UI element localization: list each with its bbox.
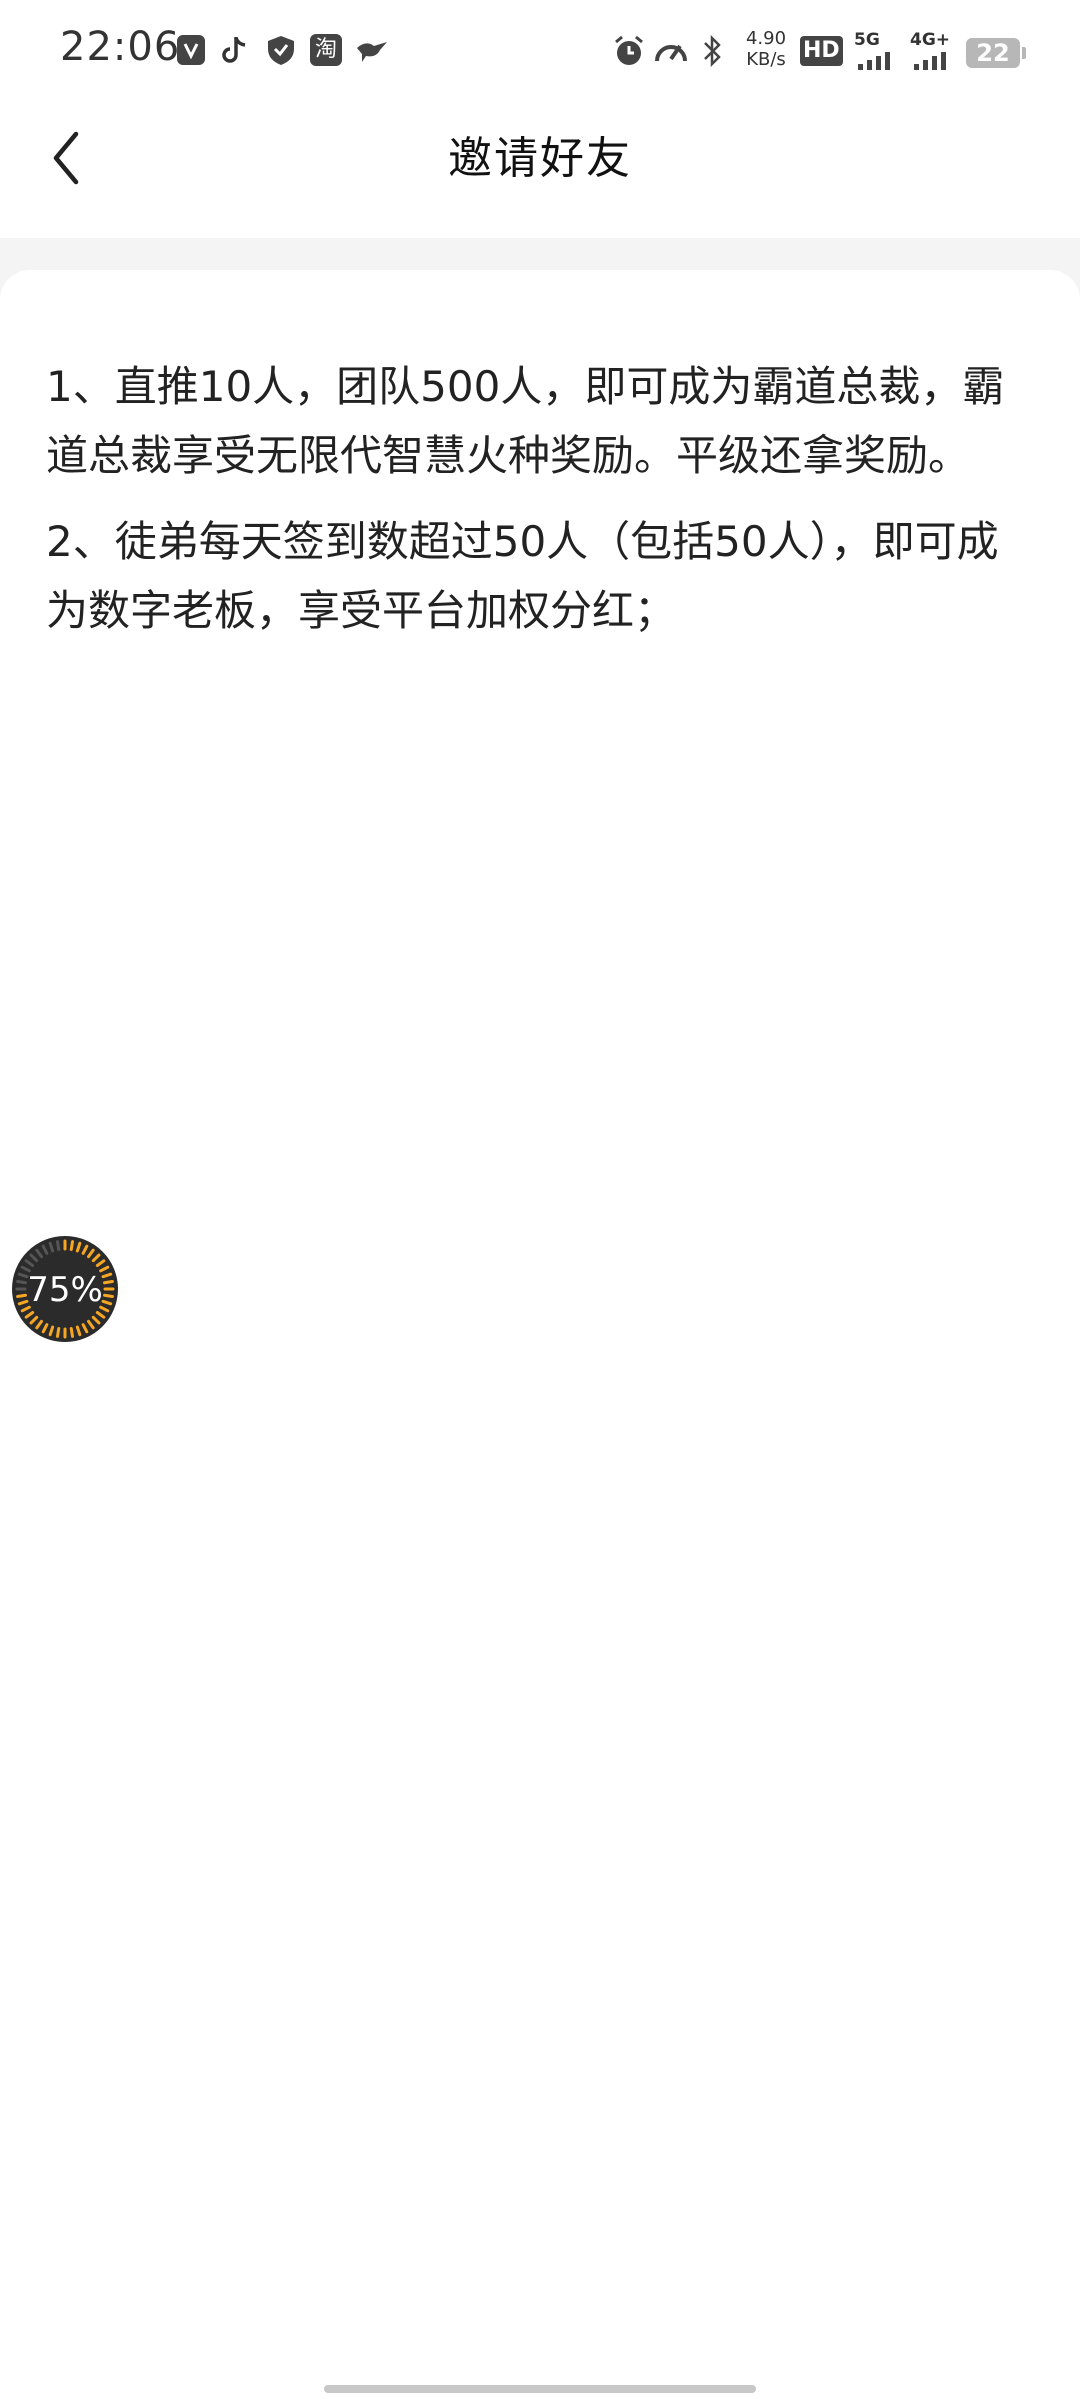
- progress-tick: [24, 1311, 35, 1319]
- progress-tick: [48, 1325, 55, 1337]
- progress-tick: [91, 1253, 101, 1263]
- progress-tick: [35, 1319, 43, 1330]
- net-speed-value: 4.90: [745, 28, 787, 49]
- progress-tick: [95, 1311, 106, 1319]
- taobao-icon: 淘: [310, 34, 342, 66]
- net-speed: 4.90 KB/s: [736, 28, 796, 70]
- progress-tick: [41, 1244, 49, 1255]
- nav-header: 邀请好友: [0, 100, 1080, 238]
- progress-tick: [75, 1325, 82, 1337]
- bluetooth-icon: [704, 34, 721, 68]
- battery-icon: 22: [966, 38, 1026, 68]
- signal-icon-sim1: [858, 52, 890, 70]
- progress-tick: [81, 1244, 89, 1255]
- progress-tick: [91, 1315, 101, 1325]
- progress-tick: [35, 1248, 43, 1259]
- progress-tick: [41, 1323, 49, 1334]
- rule-item-2: 2、徒弟每天签到数超过50人（包括50人），即可成为数字老板，享受平台加权分红；: [46, 517, 999, 635]
- content-card: 1、直推10人，团队500人，即可成为霸道总裁，霸道总裁享受无限代智慧火种奖励。…: [0, 270, 1080, 2400]
- hd-badge: HD: [800, 36, 843, 66]
- progress-tick: [48, 1241, 55, 1253]
- progress-tick: [69, 1240, 75, 1251]
- progress-tick: [24, 1259, 35, 1267]
- alarm-icon: [615, 35, 643, 65]
- progress-tick: [87, 1248, 95, 1259]
- sim2-type: 4G+: [910, 30, 951, 50]
- progress-tick: [69, 1327, 75, 1338]
- page-title: 邀请好友: [448, 133, 632, 184]
- progress-tick: [95, 1259, 106, 1267]
- home-indicator[interactable]: [324, 2385, 756, 2393]
- status-bar: 22:06 淘 4.90 KB/s HD 5G 4G+ 22: [0, 0, 1080, 100]
- security-app-icon: [268, 36, 294, 65]
- status-time: 22:06: [60, 24, 181, 70]
- progress-tick: [29, 1253, 39, 1263]
- speedometer-icon: [655, 44, 687, 62]
- tiktok-icon: [222, 37, 246, 63]
- progress-tick: [29, 1315, 39, 1325]
- bird-app-icon: [357, 42, 387, 62]
- progress-tick: [55, 1327, 61, 1338]
- rule-item-1: 1、直推10人，团队500人，即可成为霸道总裁，霸道总裁享受无限代智慧火种奖励。…: [46, 362, 1005, 480]
- shield-app-icon: [177, 35, 205, 65]
- progress-tick: [75, 1241, 82, 1253]
- progress-bubble[interactable]: 75%: [12, 1236, 118, 1342]
- progress-tick: [87, 1319, 95, 1330]
- battery-level: 22: [976, 39, 1010, 67]
- rules-list: 1、直推10人，团队500人，即可成为霸道总裁，霸道总裁享受无限代智慧火种奖励。…: [46, 352, 1036, 662]
- sim1-type: 5G: [854, 30, 880, 50]
- progress-label: 75%: [27, 1270, 103, 1310]
- net-speed-unit: KB/s: [746, 49, 786, 70]
- signal-icon-sim2: [914, 52, 946, 70]
- progress-tick: [81, 1323, 89, 1334]
- progress-tick: [55, 1240, 61, 1251]
